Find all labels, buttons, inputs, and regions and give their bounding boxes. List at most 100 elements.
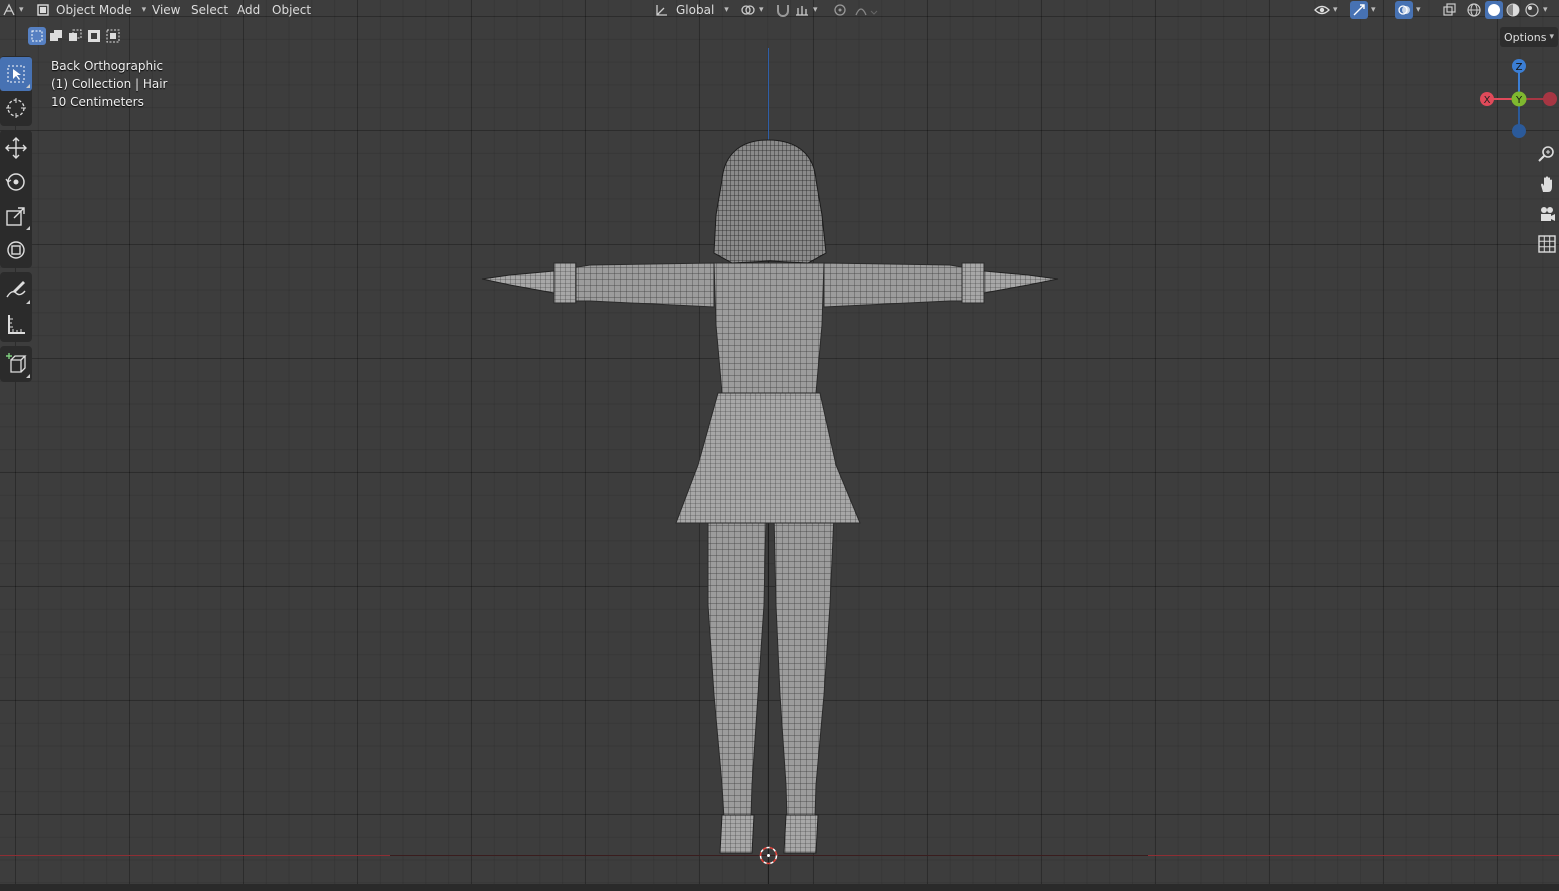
gizmo-x-label: X <box>1484 95 1491 106</box>
select-box-tool[interactable] <box>0 57 32 91</box>
object-mode-icon <box>37 4 49 16</box>
shading-solid-button[interactable] <box>1485 0 1503 20</box>
chevron-down-icon: ▾ <box>813 5 818 15</box>
menu-object[interactable]: Object <box>266 0 317 20</box>
add-cube-icon <box>6 353 27 373</box>
snap-target-button[interactable]: ▾ <box>794 0 818 20</box>
orientation-icon <box>656 5 667 16</box>
shading-material-button[interactable] <box>1505 0 1521 20</box>
camera-icon <box>1540 206 1555 221</box>
select-subtract-icon <box>69 29 82 41</box>
measure-icon <box>8 315 25 334</box>
xray-icon <box>1443 3 1456 16</box>
select-intersect-button[interactable] <box>104 27 122 45</box>
rotate-icon <box>5 173 25 191</box>
annotate-icon <box>6 281 26 298</box>
falloff-button[interactable] <box>854 0 878 20</box>
pan-button[interactable] <box>1534 170 1559 197</box>
menu-add[interactable]: Add <box>231 0 266 20</box>
chevron-down-icon: ▾ <box>1333 5 1338 15</box>
gizmo-z-label: Z <box>1516 62 1523 73</box>
3d-viewport[interactable] <box>0 0 1559 891</box>
gizmo-neg-x-handle[interactable] <box>1543 92 1557 106</box>
select-box-icon <box>7 65 25 83</box>
mode-selector[interactable]: Object Mode ▾ <box>36 0 146 20</box>
chevron-down-icon: ▾ <box>759 5 764 15</box>
pivot-icon <box>741 5 755 15</box>
proportional-edit-icon <box>834 4 846 16</box>
chevron-down-icon: ▾ <box>1371 5 1376 15</box>
shading-wireframe-button[interactable] <box>1466 0 1482 20</box>
move-tool[interactable] <box>0 131 32 165</box>
gizmo-icon <box>1350 1 1368 19</box>
options-label: Options <box>1504 30 1547 44</box>
chevron-down-icon: ▾ <box>19 5 24 15</box>
pivot-point-button[interactable]: ▾ <box>740 0 764 20</box>
mode-label: Object Mode <box>56 3 132 17</box>
tool-shelf <box>0 56 32 386</box>
chevron-down-icon: ▾ <box>1543 5 1548 15</box>
character-mesh[interactable] <box>470 135 1070 860</box>
chevron-down-icon: ▾ <box>1416 5 1421 15</box>
navigation-gizmo[interactable]: X Z Y <box>1478 56 1559 140</box>
select-invert-button[interactable] <box>85 27 103 45</box>
xray-toggle[interactable] <box>1442 0 1458 20</box>
overlays-toggle[interactable]: ▾ <box>1395 0 1421 20</box>
add-cube-tool[interactable] <box>0 347 32 381</box>
zoom-button[interactable] <box>1534 140 1559 167</box>
overlay-icon <box>1395 1 1413 19</box>
magnet-icon <box>777 5 789 17</box>
gizmo-neg-z-handle[interactable] <box>1512 124 1526 138</box>
transform-icon <box>7 241 25 259</box>
3d-cursor-icon[interactable] <box>756 843 781 868</box>
scale-tool[interactable] <box>0 199 32 233</box>
material-sphere-icon <box>1506 3 1520 17</box>
grid-scale: 10 Centimeters <box>51 95 144 109</box>
cursor-icon <box>6 98 26 118</box>
select-intersect-icon <box>106 29 120 43</box>
transform-tool[interactable] <box>0 233 32 267</box>
view-name: Back Orthographic <box>51 59 164 73</box>
menu-view[interactable]: View <box>146 0 186 20</box>
falloff-curve-icon <box>855 8 878 16</box>
editor-type-button[interactable]: ▾ <box>2 0 24 20</box>
grid-icon <box>1537 234 1556 253</box>
selection-mode-bar <box>28 27 122 46</box>
visibility-button[interactable]: ▾ <box>1314 0 1338 20</box>
editor-type-icon <box>3 3 15 16</box>
transform-orientation-selector[interactable]: Global ▾ <box>654 0 729 20</box>
move-icon <box>5 137 27 159</box>
eye-icon <box>1314 5 1330 15</box>
select-extend-button[interactable] <box>47 27 65 45</box>
snap-increment-icon <box>796 6 808 16</box>
gizmo-toggle[interactable]: ▾ <box>1350 0 1376 20</box>
measure-tool[interactable] <box>0 307 32 341</box>
chevron-down-icon: ▾ <box>1549 32 1554 42</box>
collection-info: (1) Collection | Hair <box>51 77 168 91</box>
rendered-sphere-icon <box>1525 3 1539 17</box>
zoom-icon <box>1537 145 1554 162</box>
select-invert-icon <box>88 30 100 42</box>
viewport-header: ▾ Object Mode ▾ View Select Add Object G… <box>0 0 1559 20</box>
scale-icon <box>6 207 25 226</box>
orientation-label: Global <box>676 3 715 17</box>
shading-rendered-button[interactable]: ▾ <box>1524 0 1548 20</box>
gizmo-y-label: Y <box>1515 95 1523 106</box>
cursor-tool[interactable] <box>0 91 32 125</box>
viewport-info-overlay: Back Orthographic (1) Collection | Hair … <box>51 57 167 111</box>
rotate-tool[interactable] <box>0 165 32 199</box>
chevron-down-icon: ▾ <box>724 5 729 15</box>
perspective-toggle-button[interactable] <box>1534 230 1559 257</box>
select-new-button[interactable] <box>28 27 46 45</box>
select-new-icon <box>31 30 43 42</box>
select-subtract-button[interactable] <box>66 27 84 45</box>
camera-view-button[interactable] <box>1534 200 1559 227</box>
snap-toggle[interactable] <box>775 0 791 20</box>
options-button[interactable]: Options ▾ <box>1500 27 1558 47</box>
solid-sphere-icon <box>1485 1 1503 19</box>
bottom-divider <box>0 884 1559 891</box>
annotate-tool[interactable] <box>0 273 32 307</box>
proportional-editing-toggle[interactable] <box>832 0 848 20</box>
menu-select[interactable]: Select <box>185 0 234 20</box>
select-extend-icon <box>50 30 62 41</box>
